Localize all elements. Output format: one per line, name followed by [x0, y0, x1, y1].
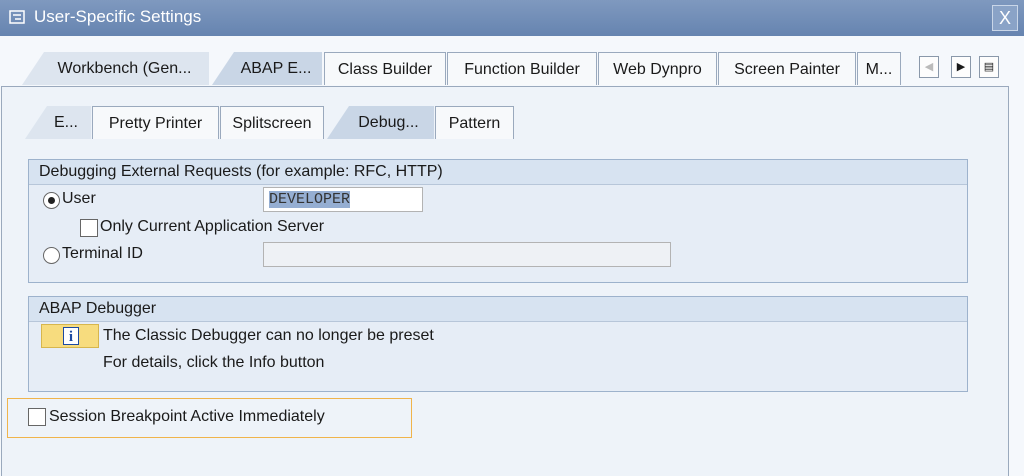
info-icon: i	[63, 327, 79, 345]
tab-workbench[interactable]: Workbench (Gen...	[22, 52, 209, 85]
tab-function-builder[interactable]: Function Builder	[447, 52, 597, 85]
user-input[interactable]: DEVELOPER	[263, 187, 423, 212]
scroll-left-icon[interactable]: ◀	[919, 56, 939, 78]
scroll-right-icon[interactable]: ▶	[951, 56, 971, 78]
title-bar: User-Specific Settings X	[0, 0, 1024, 36]
user-radio[interactable]	[43, 192, 60, 209]
subtab-pretty-printer[interactable]: Pretty Printer	[92, 106, 219, 139]
terminal-label: Terminal ID	[62, 245, 143, 262]
window-title: User-Specific Settings	[34, 7, 202, 26]
tab-screen-painter[interactable]: Screen Painter	[718, 52, 856, 85]
terminal-radio[interactable]	[43, 247, 60, 264]
terminal-input[interactable]	[263, 242, 671, 267]
tab-web-dynpro[interactable]: Web Dynpro	[598, 52, 717, 85]
close-button[interactable]: X	[992, 5, 1018, 31]
external-requests-header: Debugging External Requests (for example…	[29, 160, 967, 185]
only-current-server-checkbox[interactable]	[80, 219, 98, 237]
session-breakpoint-checkbox[interactable]	[28, 408, 46, 426]
tab-list-icon[interactable]: ▤	[979, 56, 999, 78]
tab-more[interactable]: M...	[857, 52, 901, 85]
only-current-server-label: Only Current Application Server	[100, 218, 325, 235]
abap-debugger-header: ABAP Debugger	[29, 297, 967, 322]
user-label: User	[62, 190, 96, 207]
session-breakpoint-label: Session Breakpoint Active Immediately	[49, 408, 325, 425]
tab-class-builder[interactable]: Class Builder	[324, 52, 446, 85]
subtab-splitscreen[interactable]: Splitscreen	[220, 106, 324, 139]
subtab-pattern[interactable]: Pattern	[435, 106, 514, 139]
info-message-line1: The Classic Debugger can no longer be pr…	[103, 327, 434, 344]
settings-window-icon	[9, 10, 25, 24]
info-message-line2: For details, click the Info button	[103, 354, 325, 371]
info-button[interactable]: i	[41, 324, 99, 348]
